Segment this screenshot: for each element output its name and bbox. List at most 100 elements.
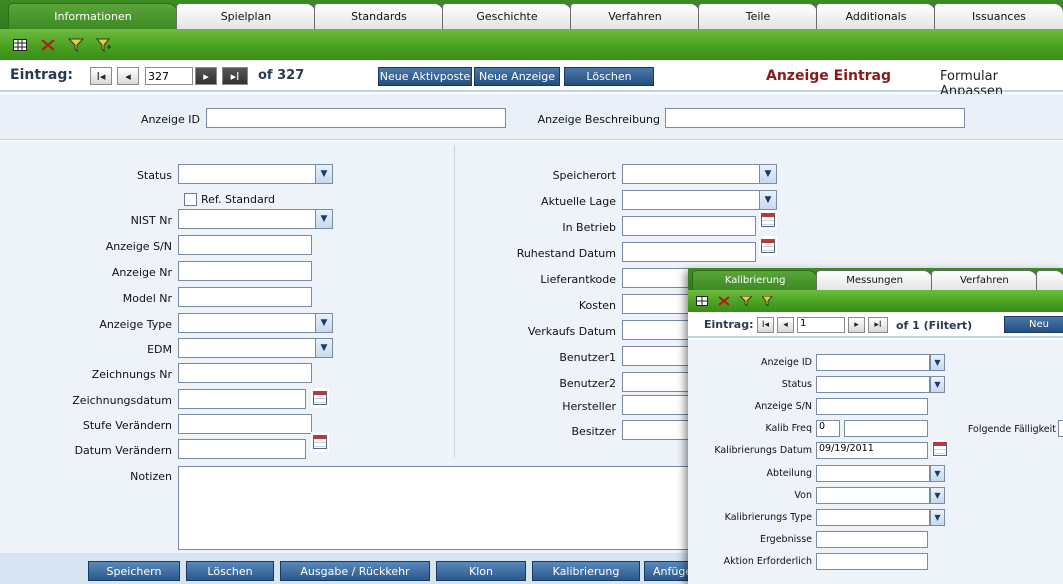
anzeige-type-label: Anzeige Type xyxy=(99,318,172,331)
filter-add-icon[interactable] xyxy=(94,36,114,54)
tab-messungen[interactable]: Messungen xyxy=(816,270,933,290)
ergebnisse-field[interactable] xyxy=(816,531,928,548)
speicherort-select[interactable] xyxy=(622,164,760,184)
subform-next-button[interactable]: ▸ xyxy=(848,317,865,333)
subform-prev-button[interactable]: ◂ xyxy=(777,317,794,333)
chevron-down-icon[interactable]: ▼ xyxy=(930,509,945,526)
chevron-down-icon[interactable]: ▼ xyxy=(930,376,945,393)
in-betrieb-field[interactable] xyxy=(622,216,756,236)
ruhestand-datum-field[interactable] xyxy=(622,242,756,262)
clone-button[interactable]: Klon xyxy=(436,561,526,581)
kalib-freq-unit-field[interactable] xyxy=(844,420,928,437)
last-record-button[interactable]: ▸I xyxy=(222,67,248,85)
chevron-down-icon[interactable]: ▼ xyxy=(315,209,333,229)
subform-record-input[interactable]: 1 xyxy=(797,317,845,333)
tab-verfahren-sub[interactable]: Verfahren xyxy=(930,270,1038,290)
calibration-button[interactable]: Kalibrierung xyxy=(532,561,640,581)
subform-tab-bar: Kalibrierung Messungen Verfahren xyxy=(688,268,1063,290)
tab-kalibrierung[interactable]: Kalibrierung xyxy=(692,270,819,290)
tab-spielplan[interactable]: Spielplan xyxy=(176,3,316,29)
chevron-down-icon[interactable]: ▼ xyxy=(759,190,777,210)
status-select[interactable] xyxy=(178,164,316,184)
chevron-down-icon[interactable]: ▼ xyxy=(315,338,333,358)
anzeige-type-select[interactable] xyxy=(178,313,316,333)
grid-icon[interactable] xyxy=(10,36,30,54)
main-tab-bar: Informationen Spielplan Standards Geschi… xyxy=(0,0,1063,29)
subform-toolbar xyxy=(688,290,1063,312)
kalibrierungs-type-select[interactable] xyxy=(816,509,930,526)
delete-button[interactable]: Löschen xyxy=(564,67,654,86)
filter-add-icon[interactable] xyxy=(760,292,776,310)
subform-first-button[interactable]: I◂ xyxy=(757,317,774,333)
chevron-down-icon[interactable]: ▼ xyxy=(315,313,333,333)
chevron-down-icon[interactable]: ▼ xyxy=(759,164,777,184)
calendar-icon[interactable] xyxy=(759,236,777,256)
filter-icon[interactable] xyxy=(66,36,86,54)
filter-icon[interactable] xyxy=(738,292,754,310)
sub-status-select[interactable] xyxy=(816,376,930,393)
delete-bottom-button[interactable]: Löschen xyxy=(186,561,274,581)
delete-filter-icon[interactable] xyxy=(716,292,732,310)
notizen-field[interactable] xyxy=(178,466,698,550)
lieferantkode-label: Lieferantkode xyxy=(540,273,616,286)
tab-teile[interactable]: Teile xyxy=(698,3,818,29)
anzeige-id-label: Anzeige ID xyxy=(140,113,200,126)
tab-verfahren[interactable]: Verfahren xyxy=(570,3,700,29)
datum-veraendern-field[interactable] xyxy=(178,439,306,459)
kalibrierungs-datum-field[interactable]: 09/19/2011 xyxy=(816,442,928,459)
new-display-button[interactable]: Neue Anzeige xyxy=(474,67,560,86)
tab-additionals[interactable]: Additionals xyxy=(816,3,936,29)
subform-last-button[interactable]: ▸I xyxy=(868,317,888,333)
stufe-veraendern-field[interactable] xyxy=(178,414,312,434)
chevron-down-icon[interactable]: ▼ xyxy=(315,164,333,184)
chevron-down-icon[interactable]: ▼ xyxy=(930,354,945,371)
folgende-label: Folgende Fälligkeit xyxy=(967,424,1056,435)
status-label: Status xyxy=(136,169,172,182)
anzeige-sn-label: Anzeige S/N xyxy=(105,240,172,253)
von-select[interactable] xyxy=(816,487,930,504)
aktuelle-lage-label: Aktuelle Lage xyxy=(541,195,616,208)
nist-nr-select[interactable] xyxy=(178,209,316,229)
chevron-down-icon[interactable]: ▼ xyxy=(930,487,945,504)
zeichnungsdatum-label: Zeichnungsdatum xyxy=(72,394,172,407)
aktion-field[interactable] xyxy=(816,553,928,570)
tab-geschichte[interactable]: Geschichte xyxy=(442,3,572,29)
first-record-button[interactable]: I◂ xyxy=(90,67,112,85)
delete-filter-icon[interactable] xyxy=(38,36,58,54)
record-label: Eintrag: xyxy=(10,67,73,83)
anzeige-id-field[interactable] xyxy=(206,108,506,128)
anzeige-sn-field[interactable] xyxy=(178,235,312,255)
edm-select[interactable] xyxy=(178,338,316,358)
subform-record-label: Eintrag: xyxy=(704,318,754,331)
ref-standard-checkbox[interactable] xyxy=(184,193,197,206)
abteilung-select[interactable] xyxy=(816,465,930,482)
next-record-button[interactable]: ▸ xyxy=(195,67,217,85)
sub-anzeige-sn-field[interactable] xyxy=(816,398,928,415)
kalib-freq-field[interactable]: 0 xyxy=(816,420,840,437)
tab-more[interactable] xyxy=(1035,270,1063,290)
calendar-icon[interactable] xyxy=(311,432,329,452)
tab-standards[interactable]: Standards xyxy=(314,3,444,29)
grid-icon[interactable] xyxy=(694,292,710,310)
record-number-input[interactable]: 327 xyxy=(145,67,193,85)
beschreibung-field[interactable] xyxy=(665,108,965,128)
folgende-field[interactable] xyxy=(1058,420,1063,437)
sub-anzeige-id-select[interactable] xyxy=(816,354,930,371)
column-divider xyxy=(454,145,455,457)
zeichnungsdatum-field[interactable] xyxy=(178,389,306,409)
save-button[interactable]: Speichern xyxy=(88,561,180,581)
calendar-icon[interactable] xyxy=(311,388,329,408)
aktuelle-lage-select[interactable] xyxy=(622,190,760,210)
anzeige-nr-field[interactable] xyxy=(178,261,312,281)
new-asset-button[interactable]: Neue Aktivposte xyxy=(378,67,472,86)
chevron-down-icon[interactable]: ▼ xyxy=(930,465,945,482)
calendar-icon[interactable] xyxy=(759,210,777,230)
tab-informationen[interactable]: Informationen xyxy=(8,3,178,29)
calendar-icon[interactable] xyxy=(932,440,947,457)
prev-record-button[interactable]: ◂ xyxy=(117,67,139,85)
zeichnungs-nr-field[interactable] xyxy=(178,363,312,383)
subform-new-button[interactable]: Neu xyxy=(1004,316,1063,333)
model-nr-field[interactable] xyxy=(178,287,312,307)
tab-issuances[interactable]: Issuances xyxy=(934,3,1063,29)
checkout-return-button[interactable]: Ausgabe / Rückkehr xyxy=(280,561,430,581)
